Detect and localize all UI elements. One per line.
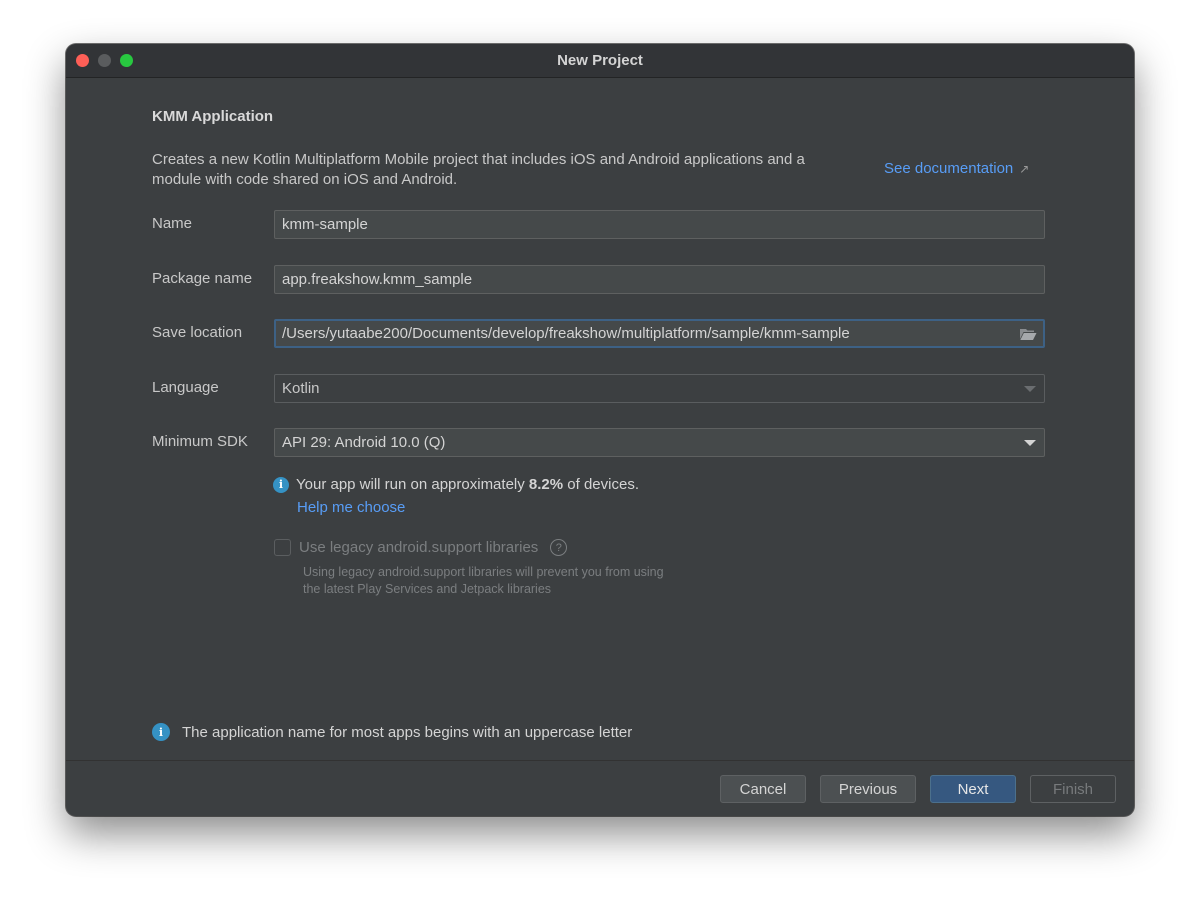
window-controls [76, 54, 133, 67]
save-location-input[interactable]: /Users/yutaabe200/Documents/develop/frea… [274, 319, 1045, 348]
package-name-input[interactable]: app.freakshow.kmm_sample [274, 265, 1045, 294]
validation-hint: i The application name for most apps beg… [152, 723, 632, 741]
title-bar: New Project [66, 44, 1134, 78]
save-location-value: /Users/yutaabe200/Documents/develop/frea… [282, 325, 850, 342]
package-name-label: Package name [152, 270, 253, 287]
language-label: Language [152, 379, 219, 396]
minimum-sdk-value: API 29: Android 10.0 (Q) [282, 434, 446, 451]
folder-icon[interactable] [1019, 327, 1037, 341]
template-description: Creates a new Kotlin Multiplatform Mobil… [152, 151, 805, 188]
device-coverage-info: i Your app will run on approximately 8.2… [273, 476, 639, 493]
dialog-button-bar: Cancel Previous Next Finish [66, 760, 1134, 816]
save-location-label: Save location [152, 324, 243, 341]
finish-button: Finish [1030, 775, 1116, 803]
next-button[interactable]: Next [930, 775, 1016, 803]
chevron-down-icon [1024, 440, 1036, 446]
minimum-sdk-select[interactable]: API 29: Android 10.0 (Q) [274, 428, 1045, 457]
device-coverage-text: Your app will run on approximately 8.2% … [296, 476, 639, 493]
window-title: New Project [557, 52, 643, 69]
help-icon: ? [550, 539, 568, 556]
info-icon: i [152, 723, 170, 741]
legacy-support-label: Use legacy android.support libraries [299, 539, 539, 556]
close-window-button[interactable] [76, 54, 89, 67]
legacy-support-note: Using legacy android.support libraries w… [303, 564, 723, 598]
new-project-window: New Project KMM Application Creates a ne… [66, 44, 1134, 816]
see-documentation-label: See documentation [884, 160, 1014, 177]
external-link-icon: ↗ [1019, 162, 1030, 176]
name-label: Name [152, 215, 193, 232]
page-title: KMM Application [152, 108, 274, 125]
previous-button[interactable]: Previous [820, 775, 916, 803]
legacy-support-option: Use legacy android.support libraries ? [274, 539, 568, 556]
coverage-percent: 8.2% [528, 476, 564, 493]
see-documentation-link[interactable]: See documentation ↗ [884, 160, 1029, 177]
language-value: Kotlin [282, 380, 320, 397]
legacy-note-line-1: Using legacy android.support libraries w… [303, 565, 664, 579]
cancel-button[interactable]: Cancel [720, 775, 806, 803]
minimum-sdk-label: Minimum SDK [152, 433, 248, 450]
validation-hint-text: The application name for most apps begin… [182, 723, 633, 741]
legacy-support-checkbox[interactable] [274, 539, 291, 556]
chevron-down-icon [1024, 386, 1036, 392]
language-select: Kotlin [274, 374, 1045, 403]
coverage-suffix: of devices. [563, 476, 639, 493]
legacy-note-line-2: the latest Play Services and Jetpack lib… [303, 582, 552, 596]
zoom-window-button[interactable] [120, 54, 133, 67]
info-icon: i [273, 476, 289, 493]
help-me-choose-link[interactable]: Help me choose [297, 499, 405, 516]
minimize-window-button[interactable] [98, 54, 111, 67]
coverage-prefix: Your app will run on approximately [296, 476, 529, 493]
name-input[interactable]: kmm-sample [274, 210, 1045, 239]
